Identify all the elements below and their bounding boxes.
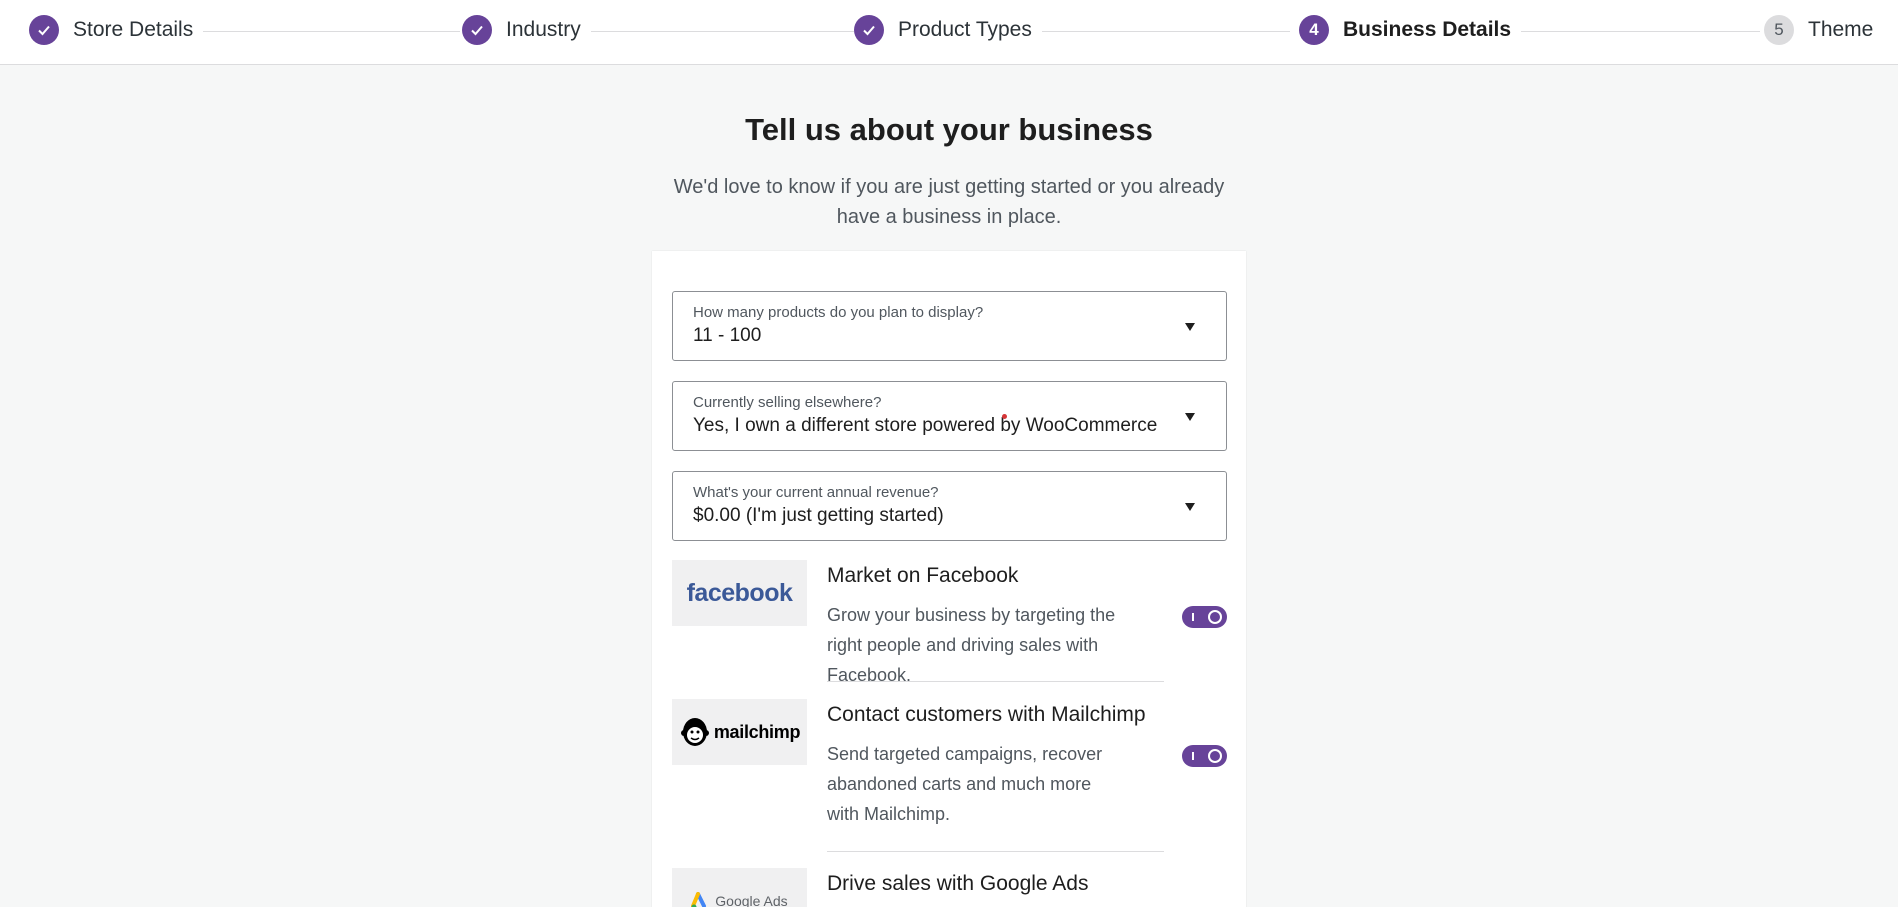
facebook-toggle[interactable] <box>1182 606 1227 628</box>
business-details-card: How many products do you plan to display… <box>652 251 1246 907</box>
extension-mailchimp: mailchimp Contact customers with Mailchi… <box>672 699 1227 859</box>
extension-title: Contact customers with Mailchimp <box>827 703 1146 726</box>
select-value: 11 - 100 <box>693 325 762 346</box>
step-business-details[interactable]: 4 Business Details <box>1299 14 1522 46</box>
divider <box>827 851 1164 852</box>
extension-description: Grow your business by targeting the righ… <box>827 605 1116 685</box>
step-connector <box>190 31 460 32</box>
step-label: Product Types <box>898 18 1032 41</box>
extension-google-ads: Google Ads Drive sales with Google Ads <box>672 868 1227 907</box>
checkmark-icon <box>462 15 492 45</box>
google-ads-icon <box>691 892 707 907</box>
checkmark-icon <box>29 15 59 45</box>
step-connector <box>1495 31 1760 32</box>
select-label: What's your current annual revenue? <box>693 484 939 501</box>
checkmark-icon <box>854 15 884 45</box>
divider <box>827 681 1164 682</box>
caret-down-icon <box>1185 323 1195 331</box>
step-connector <box>1030 31 1290 32</box>
select-label: How many products do you plan to display… <box>693 304 984 321</box>
products-count-select[interactable]: How many products do you plan to display… <box>672 291 1227 361</box>
google-ads-logo: Google Ads <box>672 868 807 907</box>
extension-description: Send targeted campaigns, recover abandon… <box>827 744 1103 824</box>
step-label: Industry <box>506 18 581 41</box>
step-theme[interactable]: 5 Theme <box>1764 14 1884 46</box>
step-label: Store Details <box>73 18 194 41</box>
step-connector <box>585 31 855 32</box>
step-industry[interactable]: Industry <box>462 14 591 46</box>
extension-facebook: facebook Market on Facebook Grow your bu… <box>672 560 1227 690</box>
step-number: 5 <box>1764 15 1794 45</box>
extension-title: Market on Facebook <box>827 564 1019 587</box>
mailchimp-wordmark: mailchimp <box>713 721 801 742</box>
setup-stepper: Store Details Industry Product Types 4 B… <box>0 0 1898 65</box>
select-value: Yes, I own a different store powered by … <box>693 415 1158 436</box>
select-value: $0.00 (I'm just getting started) <box>693 505 944 526</box>
page-title: Tell us about your business <box>745 112 1153 147</box>
selling-elsewhere-select[interactable]: Currently selling elsewhere? Yes, I own … <box>672 381 1227 451</box>
mailchimp-toggle[interactable] <box>1182 745 1227 767</box>
caret-down-icon <box>1185 503 1195 511</box>
extension-title: Drive sales with Google Ads <box>827 872 1089 895</box>
caret-down-icon <box>1185 413 1195 421</box>
select-label: Currently selling elsewhere? <box>693 394 882 411</box>
page-subtitle: We'd love to know if you are just gettin… <box>673 176 1225 228</box>
mailchimp-logo: mailchimp <box>672 699 807 765</box>
google-ads-wordmark: Google Ads <box>715 893 788 907</box>
step-label: Theme <box>1808 18 1874 41</box>
step-number: 4 <box>1299 15 1329 45</box>
facebook-logo: facebook <box>672 560 807 626</box>
facebook-wordmark: facebook <box>686 578 793 607</box>
mailchimp-freddie-icon <box>680 718 709 746</box>
step-store-details[interactable]: Store Details <box>29 14 204 46</box>
cursor-dot <box>1002 414 1007 419</box>
step-product-types[interactable]: Product Types <box>854 14 1042 46</box>
step-label: Business Details <box>1343 18 1512 41</box>
annual-revenue-select[interactable]: What's your current annual revenue? $0.0… <box>672 471 1227 541</box>
